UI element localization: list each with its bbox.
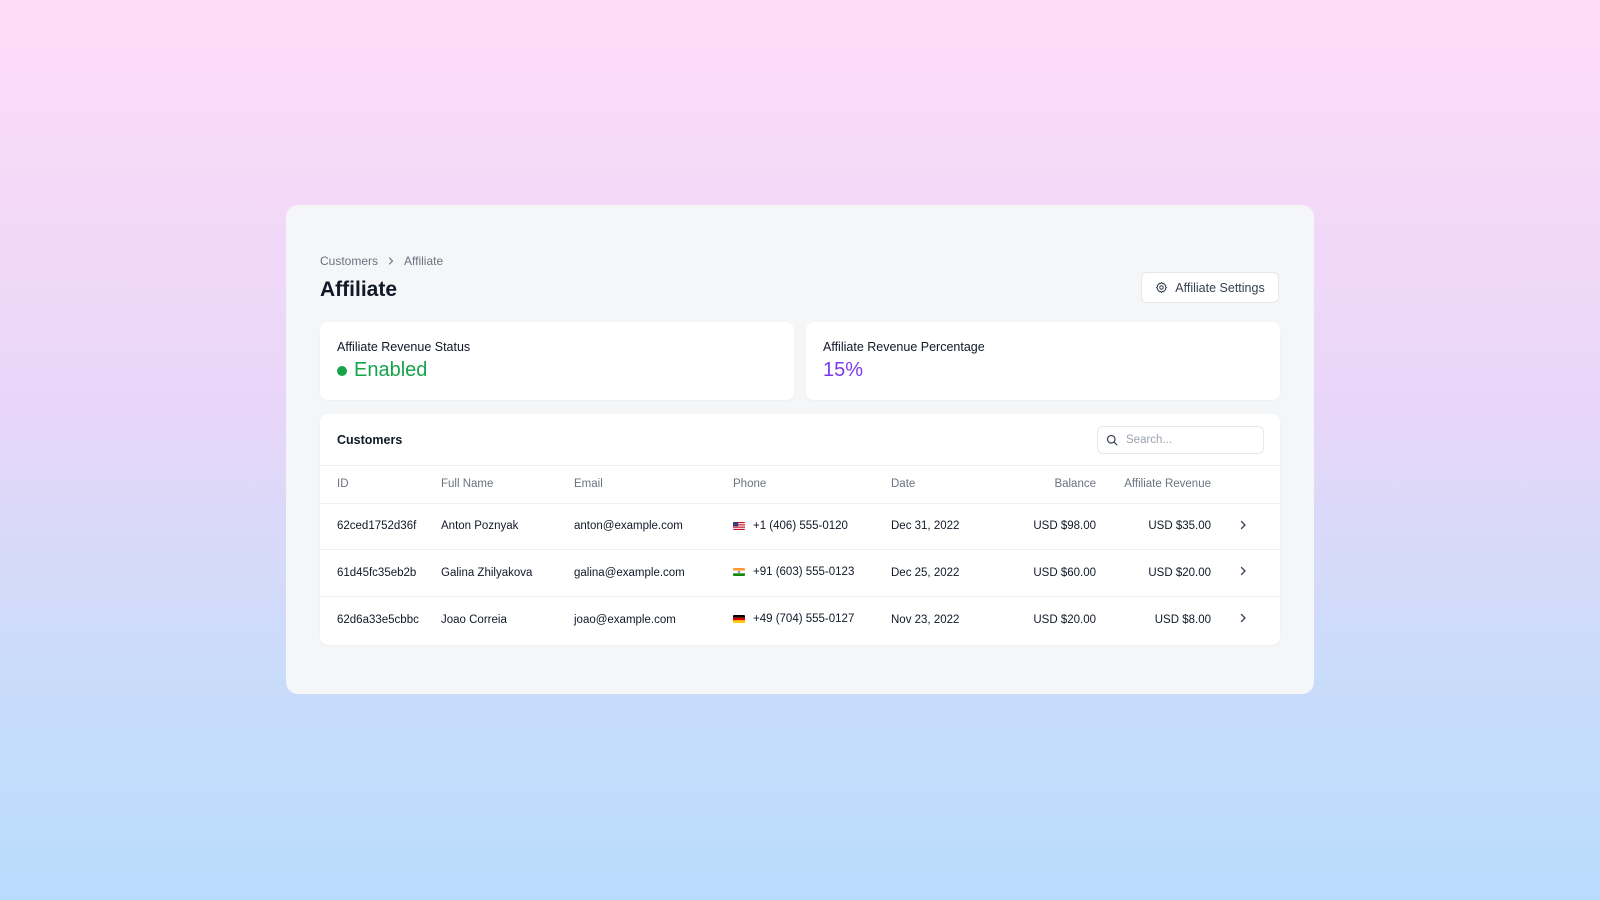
cell-date: Dec 25, 2022 <box>891 549 1002 597</box>
revenue-status-label: Affiliate Revenue Status <box>337 340 471 354</box>
column-header-action <box>1211 466 1280 504</box>
cell-balance: USD $20.00 <box>1033 613 1096 626</box>
cell-affiliate-revenue: USD $8.00 <box>1154 613 1211 626</box>
table-row[interactable]: 62ced1752d36f Anton Poznyak anton@exampl… <box>320 503 1280 550</box>
affiliate-settings-button[interactable]: Affiliate Settings <box>1141 272 1279 303</box>
india-flag-icon <box>733 568 745 577</box>
cell-phone: +1 (406) 555-0120 <box>733 503 891 550</box>
cell-affiliate-revenue: USD $35.00 <box>1096 503 1211 550</box>
table-row[interactable]: 61d45fc35eb2b Galina Zhilyakova galina@e… <box>320 549 1280 597</box>
cell-id: 62ced1752d36f <box>320 503 441 550</box>
table-header-row: ID Full Name Email Phone Date Balance Af… <box>320 466 1280 504</box>
cell-id: 61d45fc35eb2b <box>320 549 441 597</box>
phone-number: +1 (406) 555-0120 <box>753 519 848 532</box>
cell-full-name: Galina Zhilyakova <box>441 549 574 597</box>
column-header-affiliate-revenue[interactable]: Affiliate Revenue <box>1096 466 1211 504</box>
chevron-right-icon <box>388 257 394 265</box>
breadcrumb: Customers Affiliate <box>320 254 443 268</box>
cell-action <box>1211 503 1280 550</box>
chevron-right-icon[interactable] <box>1237 519 1249 531</box>
column-header-full-name[interactable]: Full Name <box>441 466 574 504</box>
table-header-bar: Customers <box>320 414 1280 466</box>
column-header-balance[interactable]: Balance <box>1002 466 1096 504</box>
cell-email: anton@example.com <box>574 503 733 550</box>
revenue-status-card: Affiliate Revenue Status Enabled <box>320 322 794 400</box>
status-dot <box>337 365 347 376</box>
breadcrumb-current: Affiliate <box>404 254 444 268</box>
chevron-right-icon[interactable] <box>1237 612 1249 624</box>
cell-affiliate-revenue: USD $20.00 <box>1096 549 1211 597</box>
column-header-email[interactable]: Email <box>574 466 733 504</box>
revenue-percentage-card: Affiliate Revenue Percentage 15% <box>806 322 1280 400</box>
phone-number: +49 (704) 555-0127 <box>753 613 855 625</box>
affiliate-settings-label: Affiliate Settings <box>1175 280 1265 295</box>
phone-number: +91 (603) 555-0123 <box>753 566 855 579</box>
column-header-phone[interactable]: Phone <box>733 466 891 504</box>
search-input[interactable] <box>1126 433 1246 446</box>
cell-date: Nov 23, 2022 <box>891 613 960 626</box>
chevron-right-icon[interactable] <box>1237 565 1249 577</box>
cell-balance: USD $98.00 <box>1002 503 1096 550</box>
table-title: Customers <box>337 432 403 447</box>
germany-flag-icon <box>733 615 745 623</box>
us-flag-icon <box>733 521 745 530</box>
cell-full-name: Anton Poznyak <box>441 503 574 550</box>
table-row[interactable]: 62d6a33e5cbbc Joao Correia joao@example.… <box>320 596 1280 643</box>
cell-email: galina@example.com <box>574 549 733 597</box>
search-icon <box>1106 434 1118 445</box>
revenue-percentage-value: 15% <box>823 359 864 381</box>
cell-email: joao@example.com <box>574 613 676 626</box>
column-header-id[interactable]: ID <box>320 466 441 504</box>
cell-full-name: Joao Correia <box>441 613 507 626</box>
revenue-percentage-label: Affiliate Revenue Percentage <box>823 340 985 354</box>
revenue-status-value: Enabled <box>337 359 427 382</box>
cell-action <box>1211 549 1280 597</box>
gear-icon <box>1156 281 1168 294</box>
search-box <box>1097 425 1264 454</box>
revenue-status-text: Enabled <box>354 359 428 381</box>
cell-action <box>1211 596 1280 643</box>
customers-table: ID Full Name Email Phone Date Balance Af… <box>320 466 1280 643</box>
page-title: Affiliate <box>320 278 398 301</box>
column-header-date[interactable]: Date <box>891 466 1002 504</box>
cell-date: Dec 31, 2022 <box>891 503 1002 550</box>
cell-balance: USD $60.00 <box>1002 549 1096 597</box>
customers-table-card: Customers ID Full Name Email Phone Date … <box>320 414 1280 645</box>
cell-phone: +91 (603) 555-0123 <box>733 549 891 597</box>
cell-phone: +49 (704) 555-0127 <box>733 596 891 643</box>
affiliate-panel: Customers Affiliate Affiliate Affiliate … <box>286 205 1314 694</box>
cell-id: 62d6a33e5cbbc <box>337 613 419 626</box>
breadcrumb-customers-link[interactable]: Customers <box>320 254 378 268</box>
